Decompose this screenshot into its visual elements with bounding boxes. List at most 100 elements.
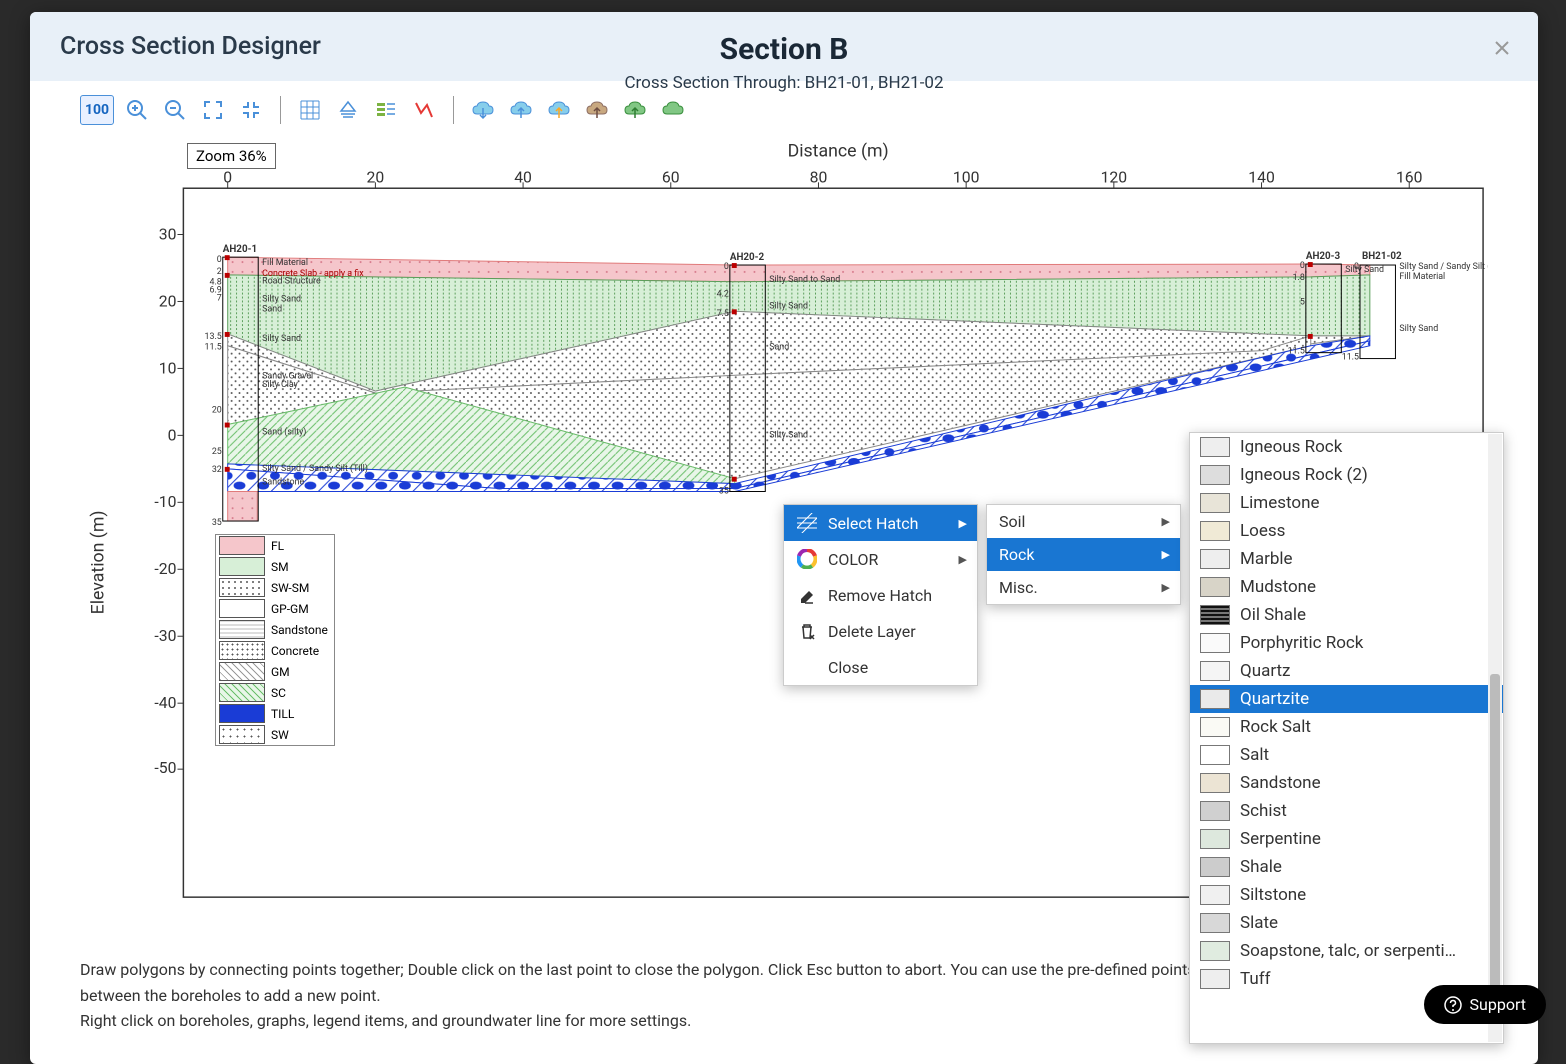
rock-item[interactable]: Mudstone (1190, 573, 1503, 601)
svg-text:25: 25 (212, 447, 222, 457)
hatch-swatch-icon (1200, 689, 1230, 709)
stratum-sandstone-bh1[interactable] (228, 491, 258, 521)
rock-item[interactable]: Igneous Rock (1190, 433, 1503, 461)
rock-item[interactable]: Quartz (1190, 657, 1503, 685)
cloud-up-yellow-icon (547, 100, 571, 120)
rock-item[interactable]: Limestone (1190, 489, 1503, 517)
svg-text:AH20-1: AH20-1 (223, 244, 257, 255)
ctx-close[interactable]: Close (784, 649, 977, 685)
legend-item[interactable]: Concrete (216, 640, 334, 661)
polyline-button[interactable] (409, 95, 439, 125)
legend-item[interactable]: SW (216, 724, 334, 745)
zoom-fit-button[interactable] (198, 95, 228, 125)
svg-text:20: 20 (159, 291, 177, 310)
cloud-button-6[interactable] (658, 95, 688, 125)
zoom-collapse-button[interactable] (236, 95, 266, 125)
svg-text:Sand: Sand (769, 343, 789, 353)
zoom-out-button[interactable] (160, 95, 190, 125)
svg-text:11.5: 11.5 (1342, 353, 1359, 363)
legend-item[interactable]: GP-GM (216, 598, 334, 619)
legend-item[interactable]: GM (216, 661, 334, 682)
ctx-select-hatch[interactable]: Select Hatch▶ (784, 505, 977, 541)
svg-text:30: 30 (159, 224, 177, 243)
svg-text:BH21-02: BH21-02 (1362, 251, 1402, 262)
svg-text:Silty Sand: Silty Sand (1345, 265, 1384, 275)
rock-item-label: Salt (1240, 745, 1269, 765)
submenu-misc[interactable]: Misc.▶ (987, 571, 1180, 604)
svg-text:Fill Material: Fill Material (262, 258, 308, 268)
hatch-swatch-icon (1200, 661, 1230, 681)
rock-item[interactable]: Igneous Rock (2) (1190, 461, 1503, 489)
rock-item[interactable]: Sandstone (1190, 769, 1503, 797)
hatch-swatch-icon (1200, 969, 1230, 989)
legend-item[interactable]: SM (216, 556, 334, 577)
color-wheel-icon (796, 548, 818, 570)
support-button[interactable]: Support (1424, 985, 1546, 1024)
cloud-button-1[interactable] (468, 95, 498, 125)
submenu-soil[interactable]: Soil▶ (987, 505, 1180, 538)
svg-text:-20: -20 (154, 559, 176, 578)
ctx-color[interactable]: COLOR▶ (784, 541, 977, 577)
cloud-button-5[interactable] (620, 95, 650, 125)
svg-text:7.5: 7.5 (717, 309, 729, 319)
legend-button[interactable] (371, 95, 401, 125)
legend-item[interactable]: TILL (216, 703, 334, 724)
rock-item-label: Sandstone (1240, 773, 1321, 793)
rock-item[interactable]: Oil Shale (1190, 601, 1503, 629)
svg-text:32: 32 (212, 465, 222, 475)
svg-text:5: 5 (1300, 297, 1305, 307)
designer-title: Cross Section Designer (60, 32, 321, 61)
svg-text:Silty Sand: Silty Sand (262, 334, 301, 344)
cloud-button-3[interactable] (544, 95, 574, 125)
rock-item[interactable]: Porphyritic Rock (1190, 629, 1503, 657)
rock-item[interactable]: Loess (1190, 517, 1503, 545)
rock-item[interactable]: Soapstone, talc, or serpenti… (1190, 937, 1503, 965)
context-menu[interactable]: Select Hatch▶ COLOR▶ Remove Hatch Delete… (783, 504, 978, 686)
rock-item[interactable]: Salt (1190, 741, 1503, 769)
scrollbar-thumb[interactable] (1490, 674, 1500, 1014)
svg-text:Silty Sand to Sand: Silty Sand to Sand (769, 275, 840, 285)
submenu-rock[interactable]: Rock▶ (987, 538, 1180, 571)
legend-item[interactable]: Sandstone (216, 619, 334, 640)
legend-item[interactable]: SC (216, 682, 334, 703)
cloud-button-4[interactable] (582, 95, 612, 125)
zoom-100-button[interactable]: 100 (80, 95, 114, 125)
rock-item[interactable]: Marble (1190, 545, 1503, 573)
rock-item[interactable]: Quartzite (1190, 685, 1503, 713)
modal-header: Cross Section Designer Section B Cross S… (30, 12, 1538, 81)
svg-text:AH20-2: AH20-2 (730, 252, 765, 263)
hatch-swatch-icon (1200, 577, 1230, 597)
rock-hatch-list[interactable]: Igneous RockIgneous Rock (2)LimestoneLoe… (1189, 432, 1504, 1044)
svg-text:7: 7 (217, 293, 222, 303)
svg-text:10: 10 (159, 358, 177, 377)
svg-text:11.5: 11.5 (205, 343, 222, 353)
svg-text:-10: -10 (154, 492, 176, 511)
legend-item[interactable]: FL (216, 535, 334, 556)
hatch-category-submenu[interactable]: Soil▶ Rock▶ Misc.▶ (986, 504, 1181, 605)
ctx-delete-layer[interactable]: Delete Layer (784, 613, 977, 649)
close-button[interactable] (1490, 36, 1514, 60)
ctx-remove-hatch[interactable]: Remove Hatch (784, 577, 977, 613)
rock-item[interactable]: Rock Salt (1190, 713, 1503, 741)
svg-text:11.5: 11.5 (1288, 347, 1305, 357)
hatch-swatch-icon (1200, 913, 1230, 933)
rock-item[interactable]: Serpentine (1190, 825, 1503, 853)
rock-item[interactable]: Slate (1190, 909, 1503, 937)
legend[interactable]: FL SM SW-SM GP-GM Sandstone Concrete GM … (215, 534, 335, 746)
grid-button[interactable] (295, 95, 325, 125)
zoom-out-icon (164, 99, 186, 121)
scrollbar[interactable] (1488, 434, 1502, 1042)
zoom-in-button[interactable] (122, 95, 152, 125)
zoom-level-badge: Zoom 36% (187, 143, 276, 169)
rock-item[interactable]: Schist (1190, 797, 1503, 825)
svg-text:Silty Sand: Silty Sand (769, 430, 808, 440)
rock-item-label: Mudstone (1240, 577, 1316, 597)
rock-item[interactable]: Siltstone (1190, 881, 1503, 909)
legend-item[interactable]: SW-SM (216, 577, 334, 598)
hatch-swatch-icon (1200, 857, 1230, 877)
rock-item[interactable]: Shale (1190, 853, 1503, 881)
y-axis-title: Elevation (m) (89, 510, 109, 614)
water-table-button[interactable] (333, 95, 363, 125)
rock-item-label: Tuff (1240, 969, 1271, 989)
cloud-button-2[interactable] (506, 95, 536, 125)
